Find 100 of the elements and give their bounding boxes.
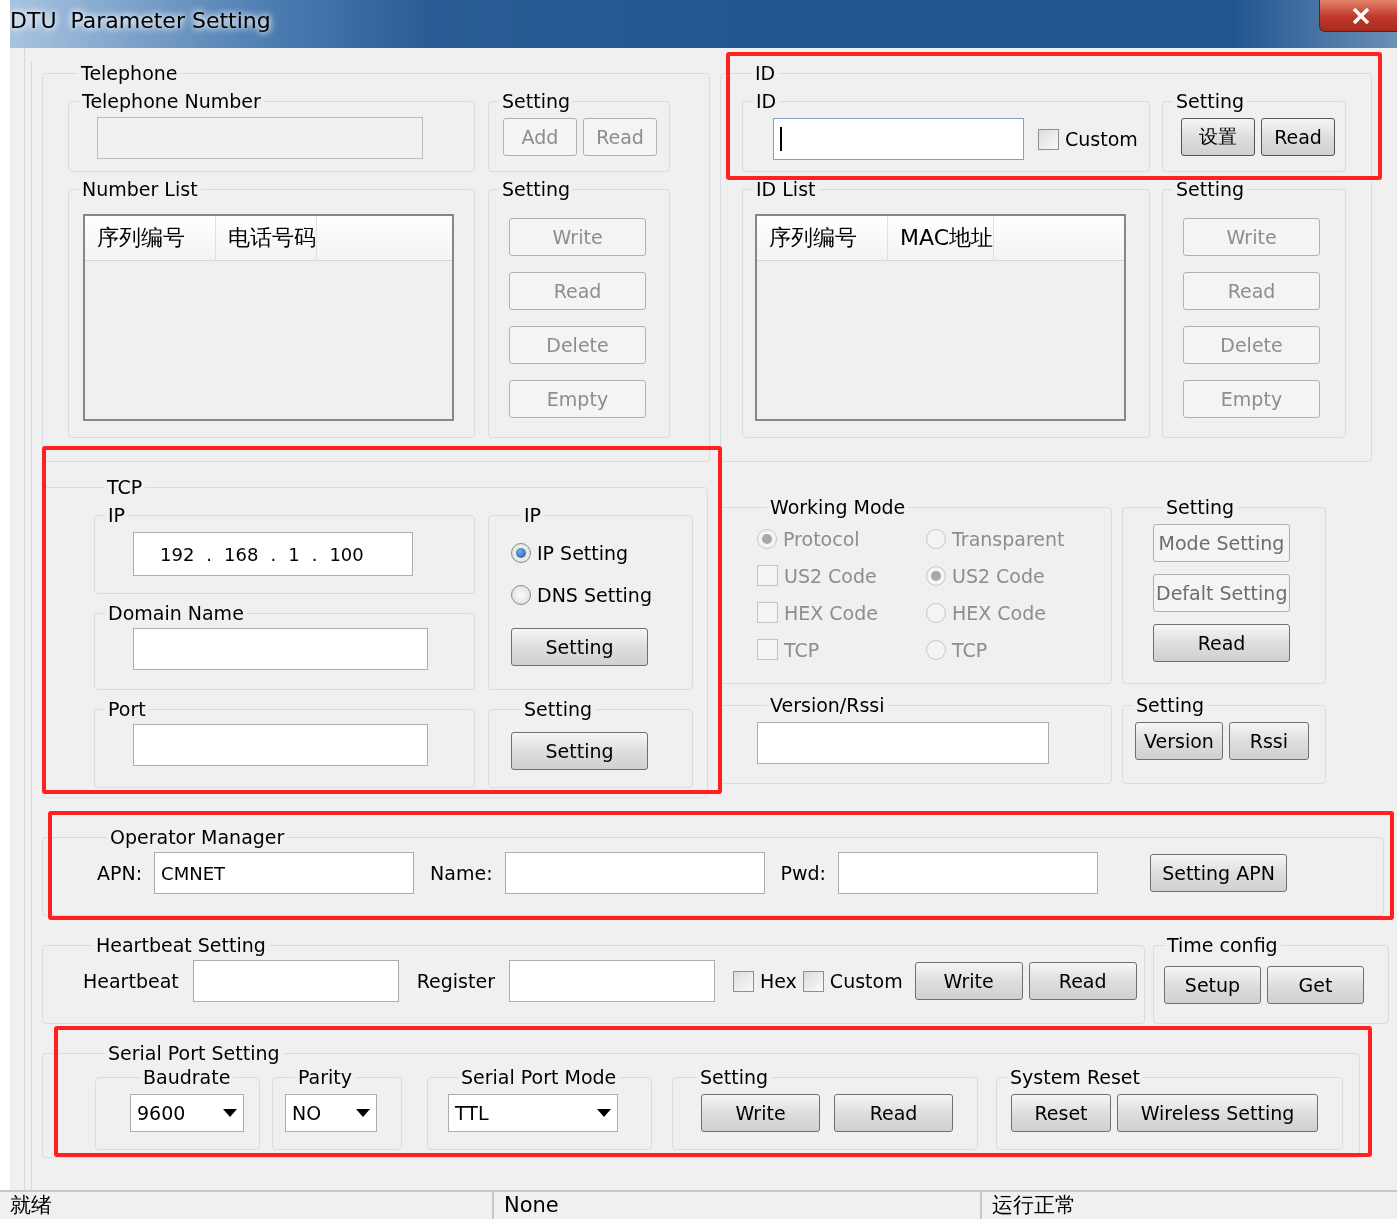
group-title: ID List bbox=[755, 178, 817, 200]
column-header[interactable]: MAC地址 bbox=[888, 216, 994, 260]
group-title: Setting bbox=[523, 698, 594, 720]
status-text: 运行正常 bbox=[991, 1192, 1076, 1219]
ip-octet: 192 bbox=[160, 543, 195, 565]
group-title: IP bbox=[523, 504, 543, 526]
checkbox[interactable] bbox=[1038, 128, 1059, 150]
setting-apn-button[interactable]: Setting APN bbox=[1150, 854, 1287, 892]
text-field[interactable] bbox=[504, 852, 765, 894]
radio-label: DNS Setting bbox=[537, 584, 652, 606]
dropdown[interactable]: 9600 bbox=[130, 1094, 244, 1132]
column-header[interactable]: 序列编号 bbox=[85, 216, 216, 260]
group-title: Setting bbox=[1175, 178, 1246, 200]
ip-separator: . bbox=[270, 543, 277, 565]
dropdown[interactable]: TTL bbox=[448, 1094, 618, 1132]
id-field[interactable] bbox=[773, 118, 1024, 160]
time-button[interactable]: Setup bbox=[1164, 966, 1261, 1004]
status-text: None bbox=[494, 1192, 982, 1219]
group-title: Setting bbox=[501, 90, 572, 112]
checkbox-label: Custom bbox=[1065, 128, 1138, 150]
group-title: Domain Name bbox=[107, 602, 245, 624]
text-field[interactable] bbox=[508, 960, 715, 1002]
group-title: Number List bbox=[81, 178, 199, 200]
group-title: System Reset bbox=[1009, 1066, 1141, 1088]
caret-icon bbox=[223, 1109, 237, 1117]
text-field[interactable] bbox=[838, 852, 1098, 894]
column-header[interactable]: 序列编号 bbox=[757, 216, 888, 260]
field-label: APN: bbox=[97, 862, 143, 884]
radio-label: HEX Code bbox=[952, 601, 1046, 624]
group-title: Telephone Number bbox=[81, 90, 262, 112]
heartbeat-button[interactable]: Read bbox=[1028, 962, 1137, 1000]
list-view[interactable]: 序列编号 电话号码 bbox=[83, 214, 454, 421]
group-title: Setting bbox=[501, 178, 572, 200]
setting-button[interactable]: Read bbox=[1153, 624, 1290, 662]
radio-label: IP Setting bbox=[537, 542, 629, 564]
setting-button[interactable]: Rssi bbox=[1228, 722, 1309, 760]
text-field[interactable]: CMNET bbox=[154, 852, 415, 894]
setting-button[interactable]: Setting bbox=[511, 732, 648, 770]
checkbox-label: US2 Code bbox=[784, 564, 877, 587]
checkbox-label: HEX Code bbox=[784, 601, 878, 624]
heartbeat-button[interactable]: Write bbox=[914, 962, 1023, 1000]
close-button[interactable] bbox=[1319, 0, 1397, 32]
ip-octet: 1 bbox=[288, 543, 300, 565]
group-title: Baudrate bbox=[142, 1066, 232, 1088]
group-title: Version/Rssi bbox=[769, 694, 886, 716]
list-view[interactable]: 序列编号 MAC地址 bbox=[755, 214, 1126, 421]
checkbox[interactable] bbox=[802, 970, 824, 992]
radio-label: US2 Code bbox=[952, 564, 1045, 587]
ip-octet: 168 bbox=[224, 543, 259, 565]
radio-label: Transparent bbox=[952, 527, 1065, 550]
group-title: TCP bbox=[106, 476, 144, 498]
text-field[interactable] bbox=[192, 960, 399, 1002]
dropdown[interactable]: NO bbox=[285, 1094, 377, 1132]
status-text: 就绪 bbox=[0, 1192, 494, 1219]
ip-separator: . bbox=[206, 543, 213, 565]
radio-button[interactable] bbox=[511, 585, 531, 605]
caret-icon bbox=[356, 1109, 370, 1117]
group-title: Parity bbox=[297, 1066, 354, 1088]
radio-label: Protocol bbox=[783, 527, 860, 550]
reset-button[interactable]: Reset bbox=[1011, 1094, 1111, 1132]
group-title: Working Mode bbox=[769, 496, 907, 518]
field-label: Register bbox=[416, 970, 495, 992]
caret-icon bbox=[597, 1109, 611, 1117]
group-title: Port bbox=[107, 698, 147, 720]
window-title: DTU Parameter Setting bbox=[10, 8, 271, 33]
close-icon bbox=[1350, 7, 1372, 24]
group-title: Setting bbox=[1135, 694, 1206, 716]
ip-address-field[interactable]: 192 . 168 . 1 . 100 bbox=[133, 532, 413, 576]
checkbox[interactable] bbox=[732, 970, 754, 992]
reset-button[interactable]: Wireless Setting bbox=[1117, 1094, 1318, 1132]
group-title: Time config bbox=[1166, 934, 1279, 956]
domain-name-field[interactable] bbox=[133, 628, 428, 670]
group-title: Serial Port Setting bbox=[107, 1042, 281, 1064]
radio-button[interactable] bbox=[511, 543, 531, 563]
setting-button[interactable]: 设置 bbox=[1181, 118, 1255, 156]
group-title: Heartbeat Setting bbox=[95, 934, 267, 956]
checkbox-label: TCP bbox=[784, 638, 820, 661]
group-title: Operator Manager bbox=[109, 826, 286, 848]
setting-button[interactable]: Version bbox=[1135, 722, 1223, 760]
setting-button[interactable]: Read bbox=[1261, 118, 1335, 156]
field-label: Pwd: bbox=[780, 862, 826, 884]
group-title: Telephone bbox=[80, 62, 179, 84]
field-label: Heartbeat bbox=[83, 970, 179, 992]
serial-button[interactable]: Write bbox=[701, 1094, 820, 1132]
field-label: Name: bbox=[430, 862, 493, 884]
radio-label: TCP bbox=[952, 638, 988, 661]
column-header[interactable]: 电话号码 bbox=[216, 216, 317, 260]
group-title: ID bbox=[755, 90, 778, 112]
ip-separator: . bbox=[311, 543, 318, 565]
setting-button[interactable]: Setting bbox=[511, 628, 648, 666]
group-title: Serial Port Mode bbox=[460, 1066, 618, 1088]
serial-button[interactable]: Read bbox=[834, 1094, 953, 1132]
group-title: IP bbox=[107, 504, 127, 526]
group-title: ID bbox=[754, 62, 777, 84]
version-field[interactable] bbox=[757, 722, 1049, 764]
port-field[interactable] bbox=[133, 724, 428, 766]
time-button[interactable]: Get bbox=[1267, 966, 1364, 1004]
checkbox-label: Hex bbox=[759, 970, 797, 992]
checkbox-label: Custom bbox=[829, 970, 903, 992]
group-title: Setting bbox=[1175, 90, 1246, 112]
